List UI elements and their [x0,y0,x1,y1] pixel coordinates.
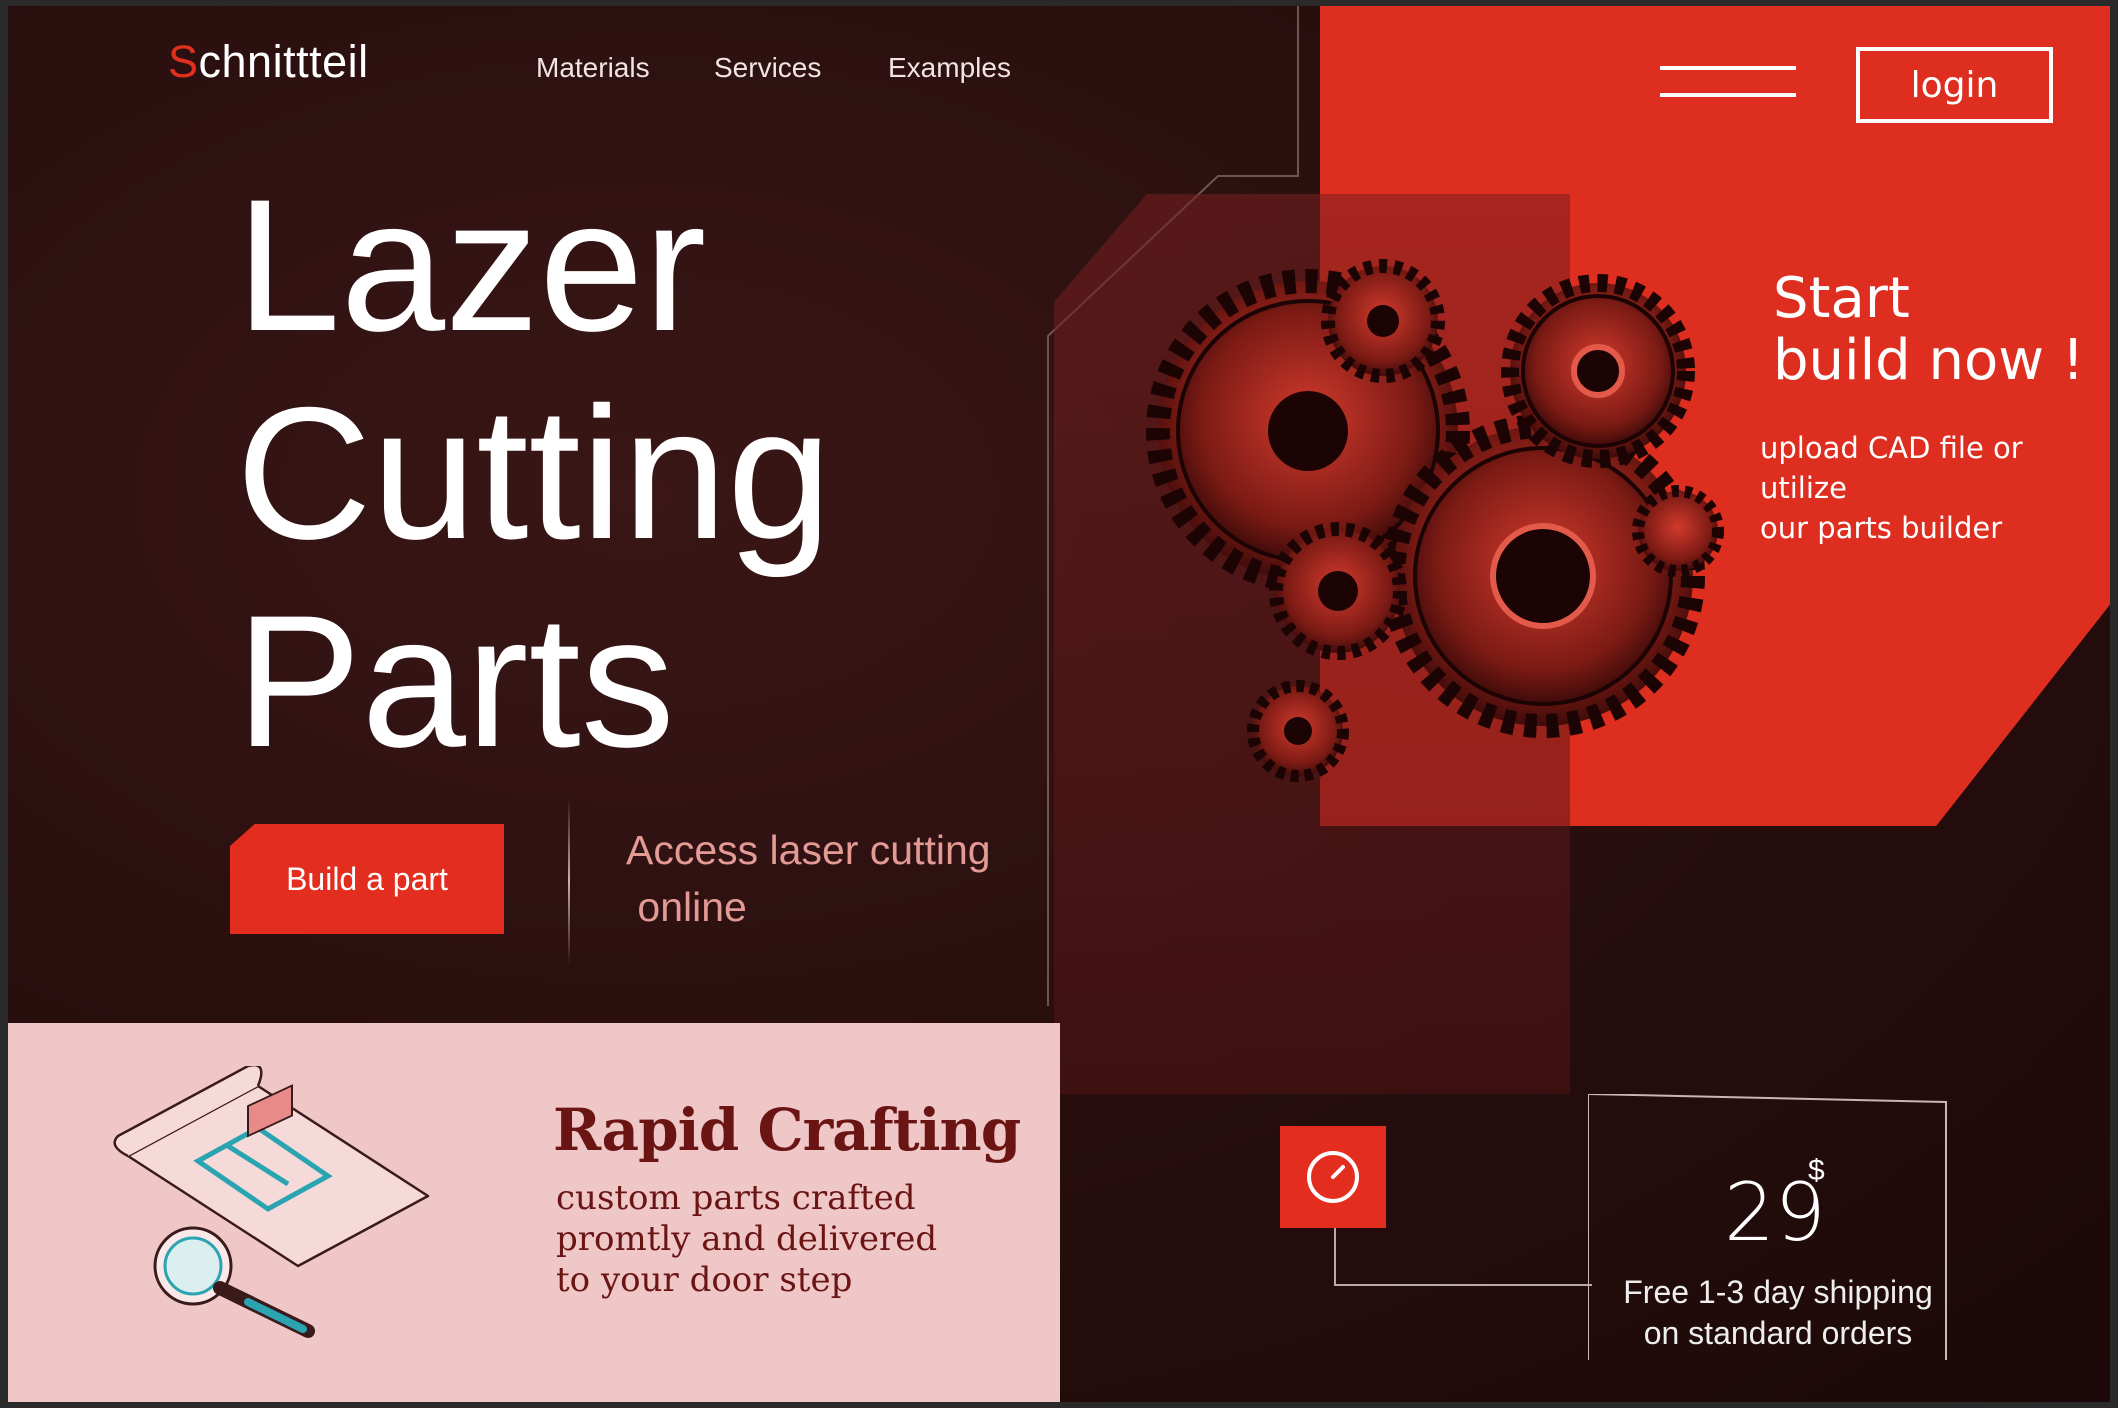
hero-title: Lazer Cutting Parts [236,161,832,785]
feature-line-2: promtly and delivered [556,1219,938,1259]
clock-button[interactable] [1280,1126,1386,1228]
shipping-text: Free 1-3 day shipping on standard orders [1618,1272,1938,1354]
brand-name-rest: chnittteil [198,36,369,87]
menu-line-top [1660,66,1796,70]
promo-title: Start build now ! [1773,268,2084,392]
brand-first-letter: S [168,36,199,87]
hero-title-line-2: Cutting [236,368,832,578]
clock-icon [1307,1151,1359,1203]
build-part-button[interactable]: Build a part [230,824,504,934]
feature-text: custom parts crafted promtly and deliver… [556,1178,937,1301]
gears-image [1146,259,1724,782]
promo-title-line-1: Start [1773,266,1910,331]
login-button[interactable]: login [1856,47,2053,123]
feature-title: Rapid Crafting [553,1096,1021,1164]
brand-logo[interactable]: Schnittteil [168,36,369,88]
price-currency: $ [1808,1154,1825,1187]
menu-line-bottom [1660,93,1796,97]
hero-title-line-1: Lazer [236,160,707,370]
hamburger-icon[interactable] [1660,66,1796,100]
promo-title-line-2: build now ! [1773,328,2085,393]
feature-line-3: to your door step [556,1260,853,1300]
nav-materials[interactable]: Materials [536,52,650,84]
blueprint-magnifier-illustration [113,1066,430,1338]
access-text: Access laser cutting online [626,827,991,930]
divider [568,796,570,966]
feature-line-1: custom parts crafted [556,1178,916,1218]
hero-title-line-3: Parts [236,576,675,786]
connector-line [1334,1228,1592,1286]
nav-examples[interactable]: Examples [888,52,1011,84]
nav-services[interactable]: Services [714,52,821,84]
promo-subtitle: upload CAD file or utilize our parts bui… [1760,428,2100,548]
page-frame: Schnittteil Materials Services Examples [8,6,2110,1402]
promo-subtitle-line-2: our parts builder [1760,511,2003,545]
shipping-line-2: on standard orders [1643,1315,1913,1351]
promo-subtitle-line-1: upload CAD file or utilize [1760,431,2023,505]
shipping-line-1: Free 1-3 day shipping [1623,1274,1933,1310]
